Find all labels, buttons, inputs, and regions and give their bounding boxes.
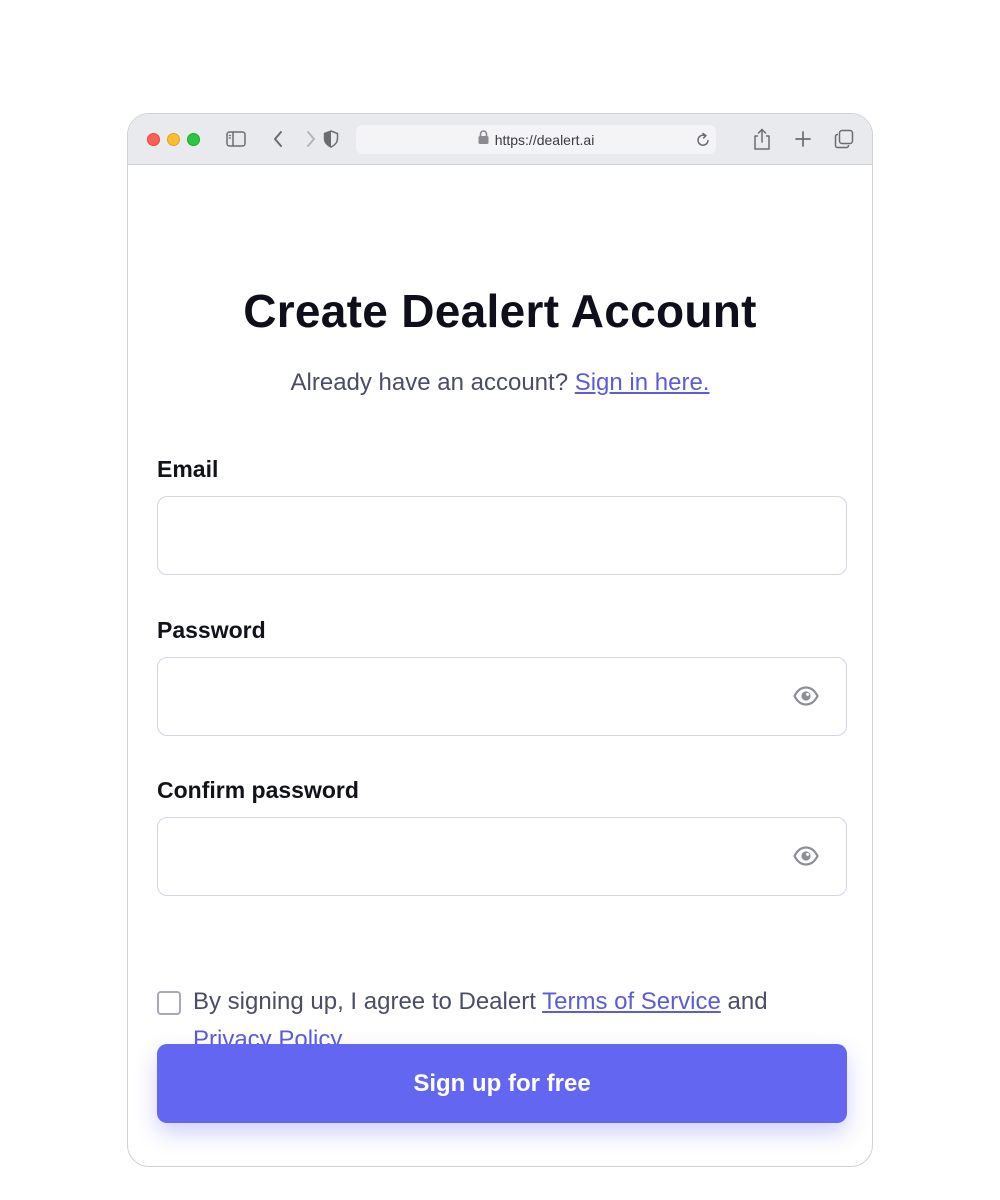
password-field[interactable] [158, 658, 846, 735]
close-window-button[interactable] [147, 133, 160, 146]
forward-icon[interactable] [305, 127, 317, 151]
address-bar[interactable]: https://dealert.ai [356, 125, 716, 154]
browser-window: https://dealert.ai Create Dealert Accoun… [127, 113, 873, 1167]
confirm-password-label: Confirm password [157, 777, 359, 803]
signin-prompt: Already have an account? Sign in here. [128, 369, 872, 397]
password-field-wrapper [157, 657, 847, 736]
email-field-wrapper [157, 496, 847, 575]
share-icon[interactable] [753, 127, 771, 151]
agree-text: By signing up, I agree to Dealert [193, 988, 536, 1015]
confirm-password-field[interactable] [158, 818, 846, 895]
confirm-password-field-wrapper [157, 817, 847, 896]
sidebar-icon[interactable] [226, 127, 246, 151]
show-password-eye-icon[interactable] [793, 685, 819, 707]
signup-button[interactable]: Sign up for free [157, 1044, 847, 1123]
lock-icon [478, 130, 489, 149]
maximize-window-button[interactable] [187, 133, 200, 146]
password-label: Password [157, 617, 266, 643]
show-confirm-password-eye-icon[interactable] [793, 845, 819, 867]
browser-toolbar: https://dealert.ai [128, 114, 872, 165]
terms-checkbox[interactable] [157, 991, 181, 1015]
agree-and-text: and [727, 988, 768, 1015]
terms-of-service-link[interactable]: Terms of Service [542, 988, 721, 1015]
email-label: Email [157, 456, 219, 482]
new-tab-icon[interactable] [794, 127, 812, 151]
tabs-overview-icon[interactable] [834, 127, 854, 151]
shield-icon[interactable] [323, 127, 339, 151]
signin-prompt-text: Already have an account? [290, 369, 569, 396]
back-icon[interactable] [272, 127, 284, 151]
email-field[interactable] [158, 497, 846, 574]
minimize-window-button[interactable] [167, 133, 180, 146]
url-text: https://dealert.ai [494, 131, 595, 148]
page-title: Create Dealert Account [243, 285, 757, 337]
reload-icon[interactable] [696, 132, 710, 152]
signin-link[interactable]: Sign in here. [575, 369, 710, 396]
page-content: Create Dealert Account Already have an a… [128, 166, 872, 1166]
